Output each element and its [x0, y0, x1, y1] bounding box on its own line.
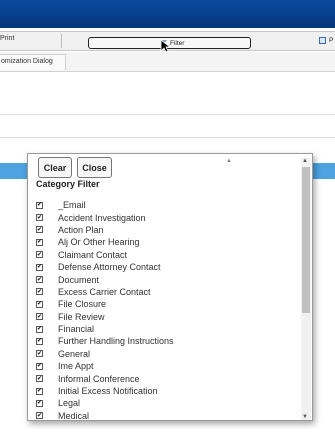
- category-item[interactable]: ✔ Informal Conference: [28, 372, 228, 384]
- tab-customization-dialog[interactable]: omization Dialog: [0, 54, 66, 70]
- category-checkbox[interactable]: ✔: [36, 300, 43, 308]
- tab-strip: omization Dialog: [0, 52, 335, 72]
- scroll-up-arrow-icon[interactable]: ▲: [226, 158, 232, 164]
- category-item[interactable]: ✔ Initial Excess Notification: [28, 385, 228, 397]
- category-label: General: [58, 348, 91, 359]
- row-divider: [0, 137, 335, 138]
- clear-button[interactable]: Clear: [38, 157, 72, 178]
- mouse-pointer-icon: [160, 39, 172, 53]
- category-label: Initial Excess Notification: [58, 386, 158, 397]
- category-label: Accident Investigation: [58, 212, 146, 223]
- category-label: File Review: [58, 311, 105, 322]
- category-checkbox[interactable]: ✔: [36, 412, 43, 420]
- category-checkbox[interactable]: ✔: [36, 263, 43, 271]
- scroll-down-icon[interactable]: ▼: [302, 414, 308, 420]
- category-item[interactable]: ✔ Excess Carrier Contact: [28, 286, 228, 298]
- category-item[interactable]: ✔ Action Plan: [28, 224, 228, 236]
- category-item[interactable]: ✔ Further Handling Instructions: [28, 335, 228, 347]
- category-checkbox[interactable]: ✔: [36, 399, 43, 407]
- category-filter-popup: Clear Close ▲ Category Filter ✔ _Email ✔ Ac…: [27, 153, 313, 421]
- category-checkbox[interactable]: ✔: [36, 325, 43, 333]
- category-item[interactable]: ✔ Accident Investigation: [28, 211, 228, 223]
- category-item[interactable]: ✔ _Email: [28, 199, 228, 211]
- category-label: Action Plan: [58, 224, 104, 235]
- calendar-icon: [319, 37, 326, 44]
- category-checkbox[interactable]: ✔: [36, 276, 43, 284]
- close-button[interactable]: Close: [77, 157, 112, 178]
- toolbar-divider: [61, 34, 62, 48]
- category-item[interactable]: ✔ Medical: [28, 410, 228, 421]
- category-label: File Closure: [58, 299, 107, 310]
- category-label: Document: [58, 274, 100, 285]
- category-label: Ime Appt: [58, 361, 94, 372]
- category-checkbox[interactable]: ✔: [36, 387, 43, 395]
- category-list: ✔ _Email ✔ Accident Investigation ✔ Action Pl…: [28, 199, 228, 421]
- category-checkbox[interactable]: ✔: [36, 362, 43, 370]
- category-item[interactable]: ✔ Alj Or Other Hearing: [28, 236, 228, 248]
- category-checkbox[interactable]: ✔: [36, 337, 43, 345]
- app-header-bar: [0, 0, 335, 28]
- category-checkbox[interactable]: ✔: [36, 350, 43, 358]
- category-label: Informal Conference: [58, 373, 140, 384]
- category-item[interactable]: ✔ Claimant Contact: [28, 249, 228, 261]
- category-checkbox[interactable]: ✔: [36, 214, 43, 222]
- print-button[interactable]: Print: [0, 35, 14, 42]
- category-checkbox[interactable]: ✔: [36, 226, 43, 234]
- category-filter-title: Category Filter: [36, 179, 100, 189]
- category-item[interactable]: ✔ Financial: [28, 323, 228, 335]
- scrollbar[interactable]: ▲ ▼: [301, 158, 311, 420]
- scrollbar-thumb[interactable]: [302, 167, 310, 313]
- category-label: Excess Carrier Contact: [58, 286, 151, 297]
- category-label: Medical: [58, 410, 90, 421]
- category-checkbox[interactable]: ✔: [36, 375, 43, 383]
- category-checkbox[interactable]: ✔: [36, 201, 43, 209]
- category-checkbox[interactable]: ✔: [36, 288, 43, 296]
- category-checkbox[interactable]: ✔: [36, 251, 43, 259]
- category-checkbox[interactable]: ✔: [36, 313, 43, 321]
- category-label: Alj Or Other Hearing: [58, 237, 140, 248]
- category-item[interactable]: ✔ General: [28, 348, 228, 360]
- category-label: Legal: [58, 398, 81, 409]
- category-item[interactable]: ✔ Document: [28, 273, 228, 285]
- filter-button-label: Filter: [170, 39, 185, 47]
- category-item[interactable]: ✔ Ime Appt: [28, 360, 228, 372]
- category-label: Financial: [58, 324, 95, 335]
- category-label: Defense Attorney Contact: [58, 262, 161, 273]
- category-item[interactable]: ✔ File Review: [28, 311, 228, 323]
- category-label: Further Handling Instructions: [58, 336, 174, 347]
- row-divider: [0, 114, 335, 115]
- category-label: Claimant Contact: [58, 249, 128, 260]
- category-label: _Email: [58, 200, 86, 211]
- scroll-up-icon[interactable]: ▲: [302, 158, 308, 164]
- toolbar-right-button[interactable]: P: [319, 37, 333, 44]
- category-item[interactable]: ✔ Defense Attorney Contact: [28, 261, 228, 273]
- category-item[interactable]: ✔ File Closure: [28, 298, 228, 310]
- category-checkbox[interactable]: ✔: [36, 238, 43, 246]
- category-item[interactable]: ✔ Legal: [28, 397, 228, 409]
- toolbar-right-label: P: [329, 37, 334, 44]
